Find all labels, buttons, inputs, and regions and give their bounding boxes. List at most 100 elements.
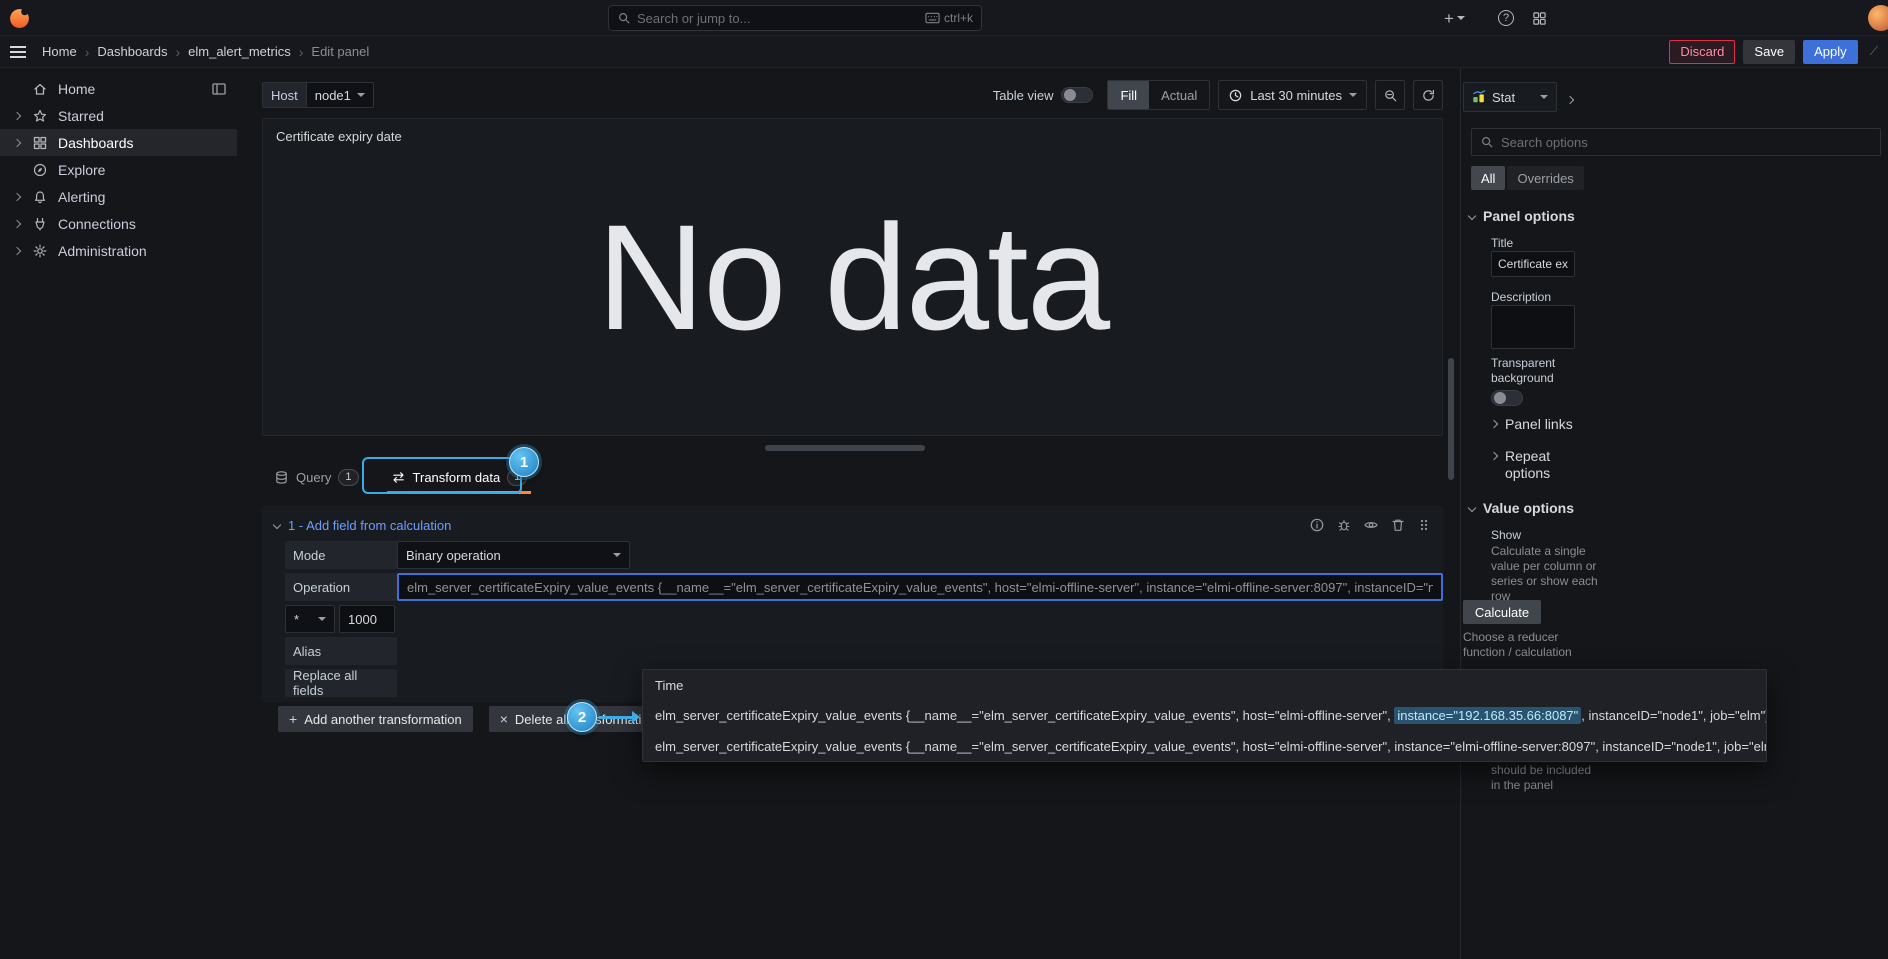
- breadcrumb-edit-panel: Edit panel: [311, 44, 369, 59]
- dock-sidebar-icon[interactable]: [211, 80, 227, 97]
- star-icon: [32, 108, 48, 124]
- description-label: Description: [1491, 290, 1551, 304]
- actual-option[interactable]: Actual: [1149, 81, 1209, 109]
- time-range-picker[interactable]: Last 30 minutes: [1218, 80, 1367, 110]
- table-view-label: Table view: [993, 88, 1054, 103]
- dropdown-option-time[interactable]: Time: [643, 670, 1766, 700]
- show-label: Show: [1491, 528, 1521, 542]
- apps-button[interactable]: [1532, 8, 1547, 28]
- expand-chevron-icon[interactable]: [6, 113, 28, 119]
- apply-button[interactable]: Apply: [1803, 40, 1858, 64]
- global-search-input[interactable]: [637, 11, 919, 26]
- tab-all-options[interactable]: All: [1471, 166, 1505, 190]
- help-icon: ?: [1498, 10, 1514, 26]
- sidebar-item-alerting[interactable]: Alerting: [0, 183, 237, 210]
- stat-viz-icon: [1472, 90, 1486, 104]
- trash-icon[interactable]: [1390, 517, 1406, 533]
- horizontal-scrollbar[interactable]: [765, 445, 925, 451]
- expand-chevron-icon[interactable]: [6, 248, 28, 254]
- eye-icon[interactable]: [1363, 517, 1379, 533]
- close-icon: ×: [500, 711, 508, 727]
- plus-icon: +: [289, 711, 297, 727]
- options-search[interactable]: [1471, 128, 1881, 156]
- options-search-input[interactable]: [1501, 135, 1872, 150]
- shortcut-hint: ctrl+k: [925, 11, 973, 25]
- menu-toggle-icon[interactable]: [10, 51, 26, 53]
- table-view-toggle[interactable]: [1061, 87, 1093, 103]
- mode-select[interactable]: Binary operation: [397, 541, 630, 569]
- add-new-button[interactable]: +: [1444, 8, 1465, 28]
- collapse-transformation-icon[interactable]: [273, 521, 281, 529]
- sidebar-item-dashboards[interactable]: Dashboards: [0, 129, 237, 156]
- apps-icon: [1532, 11, 1547, 26]
- highlighted-instance-text: instance="192.168.35.66:8087": [1394, 707, 1581, 724]
- edit-panel-main: Host node1 Table view Fill Actual Last 3…: [245, 68, 1460, 959]
- sidebar-item-home[interactable]: Home: [0, 75, 237, 102]
- calculate-radio[interactable]: Calculate: [1463, 600, 1541, 624]
- debug-bug-icon[interactable]: [1336, 517, 1352, 533]
- metric-suggestions-dropdown: Time elm_server_certificateExpiry_value_…: [642, 669, 1767, 762]
- expand-chevron-icon[interactable]: [6, 194, 28, 200]
- alias-label: Alias: [285, 637, 397, 665]
- multiplier-input[interactable]: [339, 605, 395, 633]
- sidebar-item-connections[interactable]: Connections: [0, 210, 237, 237]
- section-panel-links[interactable]: Panel links: [1491, 416, 1573, 432]
- host-variable: Host node1: [262, 82, 374, 108]
- section-repeat-options[interactable]: Repeat options: [1491, 448, 1587, 482]
- sidebar-item-explore[interactable]: Explore: [0, 156, 237, 183]
- discard-button[interactable]: Discard: [1669, 40, 1735, 64]
- annotation-arrow: [599, 716, 633, 719]
- clock-icon: [1228, 88, 1243, 103]
- panel-preview: Certificate expiry date No data: [262, 118, 1443, 436]
- panel-title-input[interactable]: [1491, 251, 1575, 277]
- explore-icon: [32, 162, 48, 178]
- visualization-picker[interactable]: Stat: [1463, 82, 1557, 112]
- breadcrumb-home[interactable]: Home: [42, 44, 77, 59]
- fill-actual-segmented: Fill Actual: [1107, 80, 1210, 110]
- title-label: Title: [1491, 236, 1513, 250]
- section-panel-options[interactable]: Panel options: [1469, 208, 1575, 224]
- refresh-button[interactable]: [1413, 80, 1443, 110]
- panel-description-input[interactable]: [1491, 305, 1575, 349]
- expand-chevron-icon[interactable]: [6, 221, 28, 227]
- global-search[interactable]: ctrl+k: [608, 5, 982, 31]
- tab-query[interactable]: Query 1: [268, 460, 365, 494]
- operation-input[interactable]: [397, 573, 1443, 601]
- sidebar-item-administration[interactable]: Administration: [0, 237, 237, 264]
- sidebar-item-starred[interactable]: Starred: [0, 102, 237, 129]
- replace-all-fields-label: Replace all fields: [285, 669, 397, 697]
- panel-toolbar: Host node1 Table view Fill Actual Last 3…: [262, 80, 1443, 110]
- collapse-options-pane-icon[interactable]: [1567, 91, 1573, 106]
- grafana-logo-icon[interactable]: [8, 6, 31, 29]
- zoom-out-button[interactable]: [1375, 80, 1405, 110]
- transparent-background-label: Transparent background: [1491, 356, 1579, 386]
- help-button[interactable]: ?: [1498, 8, 1514, 28]
- operator-select[interactable]: *: [285, 605, 335, 633]
- expand-chevron-icon[interactable]: [6, 140, 28, 146]
- info-icon[interactable]: [1309, 517, 1325, 533]
- tab-overrides[interactable]: Overrides: [1507, 166, 1583, 190]
- search-icon: [617, 11, 631, 25]
- vertical-scrollbar[interactable]: [1448, 358, 1454, 480]
- section-value-options[interactable]: Value options: [1469, 500, 1574, 516]
- add-transformation-button[interactable]: + Add another transformation: [278, 706, 473, 732]
- transformation-title[interactable]: 1 - Add field from calculation: [288, 518, 451, 533]
- dashboards-icon: [32, 135, 48, 151]
- dropdown-option-metric-2[interactable]: elm_server_certificateExpiry_value_event…: [643, 731, 1766, 762]
- zoom-out-icon: [1383, 88, 1398, 103]
- save-button[interactable]: Save: [1743, 40, 1795, 64]
- alerting-bell-icon: [32, 189, 48, 205]
- host-variable-value[interactable]: node1: [306, 82, 374, 108]
- drag-handle-icon[interactable]: [1417, 517, 1431, 533]
- misc-slash-icon: ⟋: [1870, 44, 1878, 59]
- breadcrumb-dashboards[interactable]: Dashboards: [97, 44, 167, 59]
- home-icon: [32, 81, 48, 97]
- user-avatar[interactable]: [1868, 5, 1888, 31]
- host-variable-label: Host: [262, 82, 306, 108]
- dropdown-option-metric-1[interactable]: elm_server_certificateExpiry_value_event…: [643, 700, 1766, 731]
- breadcrumb-dashboard-name[interactable]: elm_alert_metrics: [188, 44, 291, 59]
- fill-option[interactable]: Fill: [1108, 81, 1149, 109]
- top-bar: ctrl+k + ?: [0, 0, 1888, 36]
- nav-bar: Home › Dashboards › elm_alert_metrics › …: [0, 36, 1888, 68]
- transparent-background-toggle[interactable]: [1491, 390, 1523, 406]
